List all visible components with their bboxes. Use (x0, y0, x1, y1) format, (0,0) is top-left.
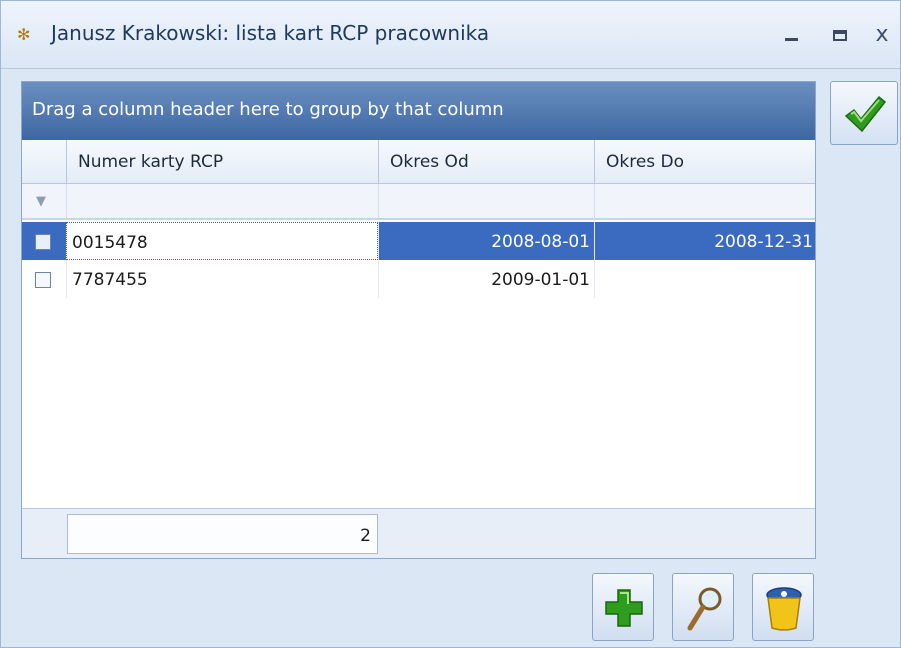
maximize-icon (833, 30, 847, 41)
checkmark-icon (844, 95, 887, 133)
cell-numer[interactable]: 7787455 (66, 260, 378, 298)
column-header-okres-od[interactable]: Okres Od (378, 140, 594, 184)
cell-okres-do[interactable]: 2008-12-31 (594, 222, 815, 260)
minimize-icon (784, 38, 798, 41)
cell-okres-do[interactable] (594, 260, 815, 298)
filter-cell-numer[interactable] (66, 184, 378, 218)
row-checkbox-cell[interactable] (22, 260, 66, 298)
add-button[interactable] (592, 573, 654, 641)
maximize-button[interactable] (823, 15, 857, 55)
group-by-panel[interactable]: Drag a column header here to group by th… (22, 82, 815, 140)
row-checkbox-cell[interactable] (22, 222, 66, 260)
app-icon: ✻ (17, 25, 31, 44)
plus-icon (605, 589, 643, 627)
close-icon: x (875, 22, 889, 47)
table-row[interactable]: 0015478 2008-08-01 2008-12-31 (22, 222, 815, 260)
close-button[interactable]: x (865, 15, 899, 55)
filter-cell-okres-do[interactable] (594, 184, 815, 218)
cell-okres-od[interactable]: 2009-01-01 (378, 260, 594, 298)
minimize-button[interactable] (774, 15, 808, 55)
dialog-window: ✻ Janusz Krakowski: lista kart RCP praco… (0, 0, 901, 648)
magnifier-icon (687, 587, 722, 631)
table-row[interactable]: 7787455 2009-01-01 (22, 260, 815, 298)
column-header-numer[interactable]: Numer karty RCP (66, 140, 378, 184)
view-button[interactable] (672, 573, 734, 641)
header-selector-column[interactable] (22, 140, 66, 184)
column-header-okres-do[interactable]: Okres Do (594, 140, 815, 184)
confirm-button[interactable] (830, 81, 898, 145)
title-bar: ✻ Janusz Krakowski: lista kart RCP praco… (1, 1, 900, 69)
filter-cell-okres-od[interactable] (378, 184, 594, 218)
cell-numer[interactable]: 0015478 (66, 222, 378, 260)
row-checkbox[interactable] (35, 234, 51, 250)
filter-icon[interactable]: ▼ (36, 194, 46, 209)
window-title: Janusz Krakowski: lista kart RCP pracown… (51, 21, 490, 45)
grid-footer: 2 (22, 508, 815, 558)
grid-header: Numer karty RCP Okres Od Okres Do (22, 140, 815, 184)
cell-okres-od[interactable]: 2008-08-01 (378, 222, 594, 260)
cards-grid: Drag a column header here to group by th… (21, 81, 816, 559)
filter-row: ▼ (22, 184, 815, 220)
group-by-hint: Drag a column header here to group by th… (32, 99, 504, 120)
delete-button[interactable] (752, 573, 814, 641)
row-count-summary: 2 (67, 514, 378, 554)
trash-icon (766, 587, 802, 631)
row-checkbox[interactable] (35, 272, 51, 288)
